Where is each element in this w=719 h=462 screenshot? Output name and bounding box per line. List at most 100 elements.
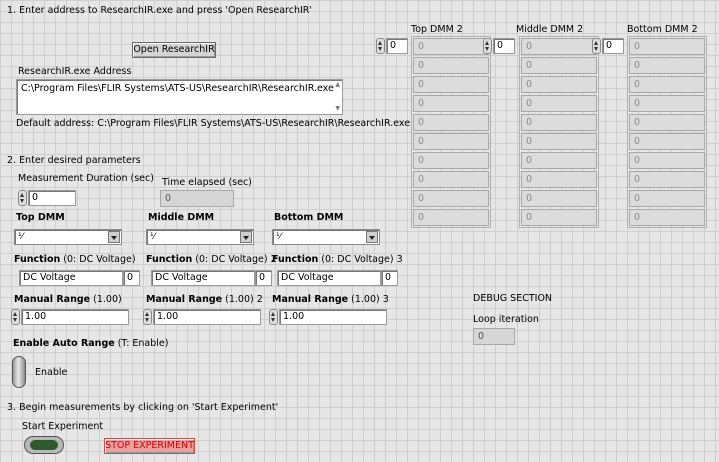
function-label-bold: Function bbox=[14, 254, 61, 265]
array-element: 0 bbox=[629, 38, 705, 55]
function-code-field[interactable]: 0 bbox=[123, 270, 140, 286]
array-element: 0 bbox=[521, 209, 597, 226]
array-element: 0 bbox=[629, 76, 705, 93]
array-element: 0 bbox=[629, 57, 705, 74]
range-spinner-icon[interactable] bbox=[11, 309, 20, 325]
address-input[interactable]: C:\Program Files\FLIR Systems\ATS-US\Res… bbox=[16, 79, 343, 115]
ring-icon: ⅟ bbox=[18, 232, 24, 242]
array-element: 0 bbox=[413, 114, 489, 131]
auto-range-toggle[interactable] bbox=[12, 356, 26, 388]
range-label-bold: Manual Range bbox=[14, 294, 91, 305]
array-index-spinner-icon[interactable] bbox=[592, 38, 601, 54]
auto-range-label-bold: Enable Auto Range bbox=[13, 338, 115, 349]
array-element: 0 bbox=[521, 190, 597, 207]
address-value: C:\Program Files\FLIR Systems\ATS-US\Res… bbox=[21, 83, 334, 94]
dmm-title: Middle DMM bbox=[148, 212, 215, 223]
scroll-up-icon[interactable]: ▲ bbox=[335, 82, 340, 88]
start-led-icon bbox=[30, 440, 58, 450]
dmm-select[interactable]: ⅟ bbox=[14, 229, 122, 245]
chevron-down-icon[interactable] bbox=[108, 231, 120, 243]
range-spinner-icon[interactable] bbox=[269, 309, 278, 325]
array-index-spinner-icon[interactable] bbox=[376, 38, 385, 54]
stop-experiment-button[interactable]: STOP EXPERIMENT bbox=[104, 438, 195, 454]
array-index-spinner-icon[interactable] bbox=[483, 38, 492, 54]
function-text-field[interactable]: DC Voltage bbox=[151, 270, 255, 286]
array-element: 0 bbox=[629, 133, 705, 150]
elapsed-indicator: 0 bbox=[160, 190, 234, 207]
step3-heading: 3. Begin measurements by clicking on 'St… bbox=[7, 402, 279, 413]
chevron-down-icon[interactable] bbox=[240, 231, 252, 243]
array-element: 0 bbox=[629, 95, 705, 112]
auto-range-switch-text: Enable bbox=[35, 367, 68, 378]
ring-icon: ⅟ bbox=[276, 232, 282, 242]
range-input[interactable]: 1.00 bbox=[21, 309, 129, 325]
array-index-input[interactable]: 0 bbox=[602, 38, 624, 54]
default-address-text: Default address: C:\Program Files\FLIR S… bbox=[16, 118, 411, 129]
array-element: 0 bbox=[629, 152, 705, 169]
dmm-title: Top DMM bbox=[16, 212, 65, 223]
array-element: 0 bbox=[521, 114, 597, 131]
array-element: 0 bbox=[629, 171, 705, 188]
dmm-title: Bottom DMM bbox=[274, 212, 344, 223]
function-label: Function (0: DC Voltage) bbox=[14, 254, 136, 266]
function-label-bold: Function bbox=[272, 254, 319, 265]
debug-heading: DEBUG SECTION bbox=[473, 293, 553, 304]
range-spinner-icon[interactable] bbox=[143, 309, 152, 325]
range-label: Manual Range (1.00) 2 bbox=[146, 294, 263, 306]
start-label: Start Experiment bbox=[22, 421, 104, 432]
loop-label: Loop iteration bbox=[473, 314, 539, 325]
range-label-rest: (1.00) 2 bbox=[222, 294, 263, 305]
range-input[interactable]: 1.00 bbox=[153, 309, 261, 325]
ring-icon: ⅟ bbox=[150, 232, 156, 242]
function-code-field[interactable]: 0 bbox=[255, 270, 272, 286]
array-title: Bottom DMM 2 bbox=[627, 24, 698, 35]
array-element: 0 bbox=[521, 57, 597, 74]
array-index-input[interactable]: 0 bbox=[386, 38, 408, 54]
range-input[interactable]: 1.00 bbox=[279, 309, 387, 325]
function-label-rest: (0: DC Voltage) 2 bbox=[192, 254, 277, 265]
chevron-down-icon[interactable] bbox=[366, 231, 378, 243]
array-element: 0 bbox=[413, 209, 489, 226]
duration-input[interactable]: 0 bbox=[28, 190, 76, 206]
start-experiment-button[interactable] bbox=[24, 436, 64, 454]
array-element: 0 bbox=[629, 114, 705, 131]
array-element: 0 bbox=[413, 133, 489, 150]
function-text-field[interactable]: DC Voltage bbox=[19, 270, 123, 286]
function-label: Function (0: DC Voltage) 2 bbox=[146, 254, 277, 266]
loop-indicator: 0 bbox=[473, 328, 515, 345]
array-element: 0 bbox=[629, 190, 705, 207]
step2-heading: 2. Enter desired parameters bbox=[7, 155, 141, 166]
array-element: 0 bbox=[629, 209, 705, 226]
array-element: 0 bbox=[521, 152, 597, 169]
array-element: 0 bbox=[413, 76, 489, 93]
function-label-rest: (0: DC Voltage) bbox=[60, 254, 136, 265]
auto-range-label-rest: (T: Enable) bbox=[114, 338, 169, 349]
range-label-rest: (1.00) 3 bbox=[348, 294, 389, 305]
range-label: Manual Range (1.00) 3 bbox=[272, 294, 389, 306]
range-label-bold: Manual Range bbox=[272, 294, 349, 305]
array-element: 0 bbox=[413, 152, 489, 169]
array-element: 0 bbox=[521, 133, 597, 150]
dmm-select[interactable]: ⅟ bbox=[146, 229, 254, 245]
function-code-field[interactable]: 0 bbox=[381, 270, 398, 286]
array-index-input[interactable]: 0 bbox=[493, 38, 515, 54]
step1-heading: 1. Enter address to ResearchIR.exe and p… bbox=[7, 5, 313, 16]
address-label: ResearchIR.exe Address bbox=[18, 66, 132, 77]
array-element: 0 bbox=[413, 57, 489, 74]
array-element: 0 bbox=[413, 171, 489, 188]
range-label-bold: Manual Range bbox=[146, 294, 223, 305]
scroll-down-icon[interactable]: ▼ bbox=[335, 106, 340, 112]
range-label-rest: (1.00) bbox=[90, 294, 122, 305]
array-title: Top DMM 2 bbox=[411, 24, 463, 35]
array-element: 0 bbox=[413, 190, 489, 207]
open-researchir-button[interactable]: Open ResearchIR bbox=[132, 42, 216, 58]
dmm-select[interactable]: ⅟ bbox=[272, 229, 380, 245]
function-label-bold: Function bbox=[146, 254, 193, 265]
function-text-field[interactable]: DC Voltage bbox=[277, 270, 381, 286]
array-title: Middle DMM 2 bbox=[516, 24, 584, 35]
elapsed-label: Time elapsed (sec) bbox=[162, 177, 252, 188]
array-element: 0 bbox=[521, 95, 597, 112]
array-element: 0 bbox=[521, 171, 597, 188]
duration-spinner-icon[interactable] bbox=[18, 190, 27, 206]
function-label: Function (0: DC Voltage) 3 bbox=[272, 254, 403, 266]
